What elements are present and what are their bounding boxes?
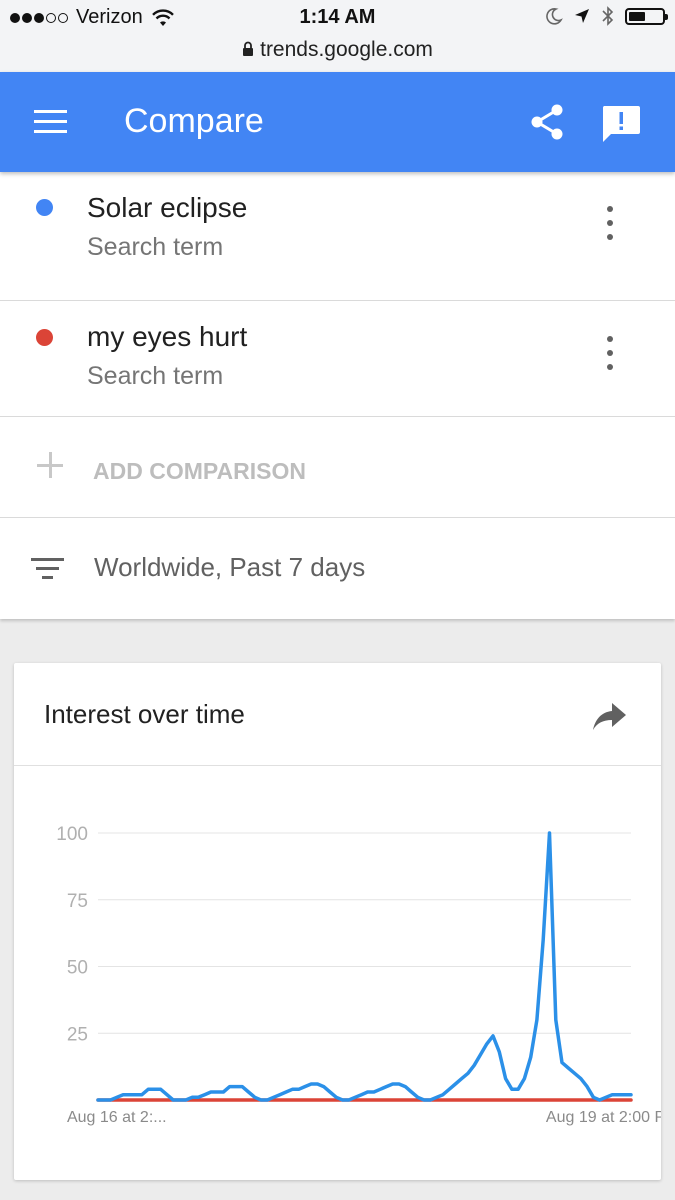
more-vert-icon[interactable]	[600, 333, 620, 373]
y-tick-label: 100	[56, 824, 88, 845]
term-row[interactable]: Solar eclipse Search term	[0, 172, 675, 301]
menu-icon[interactable]	[34, 108, 68, 136]
moon-icon	[546, 8, 563, 25]
card-title: Interest over time	[44, 699, 245, 729]
url-text: trends.google.com	[260, 38, 433, 61]
line-chart: 25 50 75 100 Aug 16 at 2:... Aug 19 at 2:00 P…	[56, 824, 661, 1126]
term-name: Solar eclipse	[87, 192, 248, 223]
term-name: my eyes hurt	[87, 321, 248, 352]
feedback-icon[interactable]	[600, 102, 642, 146]
share-icon[interactable]	[528, 102, 568, 142]
status-bar: Verizon 1:14 AM trends.google.com	[0, 0, 675, 73]
term-type: Search term	[87, 362, 224, 390]
x-tick-label: Aug 19 at 2:00 PM	[546, 1109, 661, 1126]
url-bar[interactable]: trends.google.com	[0, 38, 675, 62]
filter-row[interactable]: Worldwide, Past 7 days	[0, 518, 675, 619]
y-tick-label: 25	[67, 1024, 88, 1045]
app-bar: Compare	[0, 72, 675, 172]
status-icons	[545, 6, 668, 26]
y-tick-label: 50	[67, 958, 88, 979]
bluetooth-icon	[602, 6, 614, 26]
series-color-dot	[36, 199, 53, 216]
lock-icon	[243, 41, 254, 56]
series-color-dot	[36, 329, 53, 346]
add-comparison-label: ADD COMPARISON	[93, 458, 306, 484]
comparison-panel: Solar eclipse Search term my eyes hurt S…	[0, 172, 675, 619]
term-type: Search term	[87, 233, 224, 261]
filter-icon	[31, 558, 65, 582]
interest-over-time-card: Interest over time 25 50 75 100 Aug 16 at 2:…	[14, 663, 661, 1180]
card-header: Interest over time	[14, 663, 661, 766]
location-arrow-icon	[575, 9, 589, 23]
more-vert-icon[interactable]	[600, 203, 620, 243]
x-tick-label: Aug 16 at 2:...	[67, 1109, 167, 1126]
y-tick-label: 75	[67, 891, 88, 912]
page-title: Compare	[124, 102, 264, 140]
battery-icon	[625, 7, 668, 25]
filter-text: Worldwide, Past 7 days	[94, 552, 366, 582]
share-arrow-icon[interactable]	[592, 701, 628, 731]
term-row[interactable]: my eyes hurt Search term	[0, 288, 675, 417]
plus-icon	[37, 452, 63, 478]
